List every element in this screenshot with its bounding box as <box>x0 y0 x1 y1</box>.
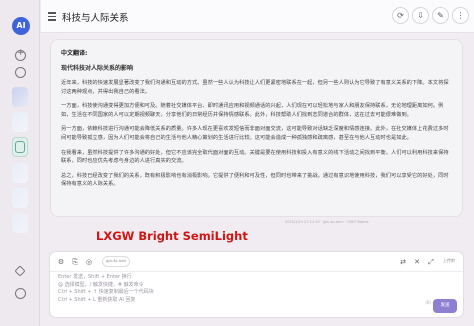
assistant-tile-4[interactable] <box>12 188 28 208</box>
upload-label[interactable]: 上传附 <box>443 258 455 264</box>
refresh-button[interactable]: ⟳ <box>392 7 409 24</box>
clear-icon[interactable]: ✕ <box>412 257 422 267</box>
app-logo[interactable]: AI <box>12 17 30 35</box>
expand-icon[interactable]: ⤢ <box>426 257 436 267</box>
assistant-tile-3[interactable] <box>12 163 28 183</box>
placeholder-line: Ctrl + Shift + ↑ 快速复制最后一个代码块 <box>58 289 154 295</box>
translate-icon[interactable]: ⇄ <box>398 257 408 267</box>
message-subtitle: 现代科技对人际关系的影响 <box>61 65 134 72</box>
chat-input-panel: ⚙ ⎘ ◎ gpt-4o-mini ⇄ ✕ ⤢ 上传附 Enter 发送，Shi… <box>49 251 464 318</box>
paragraph: 近年来，科技的快速发展显著改变了我们沟通和互动的方式。虽然一些人认为科技让人们更… <box>61 80 449 95</box>
link-icon[interactable] <box>14 265 26 277</box>
char-counter: (0) <box>425 300 431 305</box>
message-meta: 2025/1/24 21:11:43 · gpt-4o-mini · 1583 … <box>285 220 369 224</box>
paragraph: 在我看来，虽然科技提供了许多沟通的好处，但它不应该完全取代面对面的互动。关键是要… <box>61 149 449 165</box>
assistant-tile-1[interactable] <box>12 87 28 107</box>
section-label: 中文翻译: <box>61 50 88 57</box>
assistant-tile-active[interactable] <box>12 137 28 157</box>
chat-title: 科技与人际关系 <box>62 13 129 24</box>
placeholder-line: Ctrl + Shift + L 重新获取 AI 回复 <box>58 296 136 303</box>
sidebar: AI <box>0 0 40 326</box>
paragraph: 另一方面，依赖科技进行沟通可能会降低关系的质量。许多人现在更喜欢发短信而非面对面… <box>61 126 449 141</box>
edit-button[interactable]: ✎ <box>432 7 449 24</box>
new-chat-icon[interactable] <box>15 48 26 61</box>
web-icon[interactable]: ◎ <box>84 257 94 267</box>
paragraph: 总之，科技已经改变了我们的关系，既有积极影响也有消极影响。它提供了便利和可及性，… <box>61 172 449 188</box>
message-input[interactable]: Enter 发送，Shift + Enter 换行 @ 选择模型，/ 触发快捷，… <box>58 274 388 304</box>
document-icon <box>15 141 25 153</box>
assistant-tile-2[interactable] <box>12 112 28 132</box>
divider <box>50 271 463 272</box>
chat-header: 科技与人际关系 ⟳ ⇩ ✎ ⋮ <box>41 0 474 33</box>
more-button[interactable]: ⋮ <box>452 7 469 24</box>
paragraph: 一方面，科技使沟通变得更加方便和可及。随着社交媒体平台、即时通讯应用和视频通话的… <box>61 103 444 118</box>
send-button[interactable]: 发送 <box>433 299 457 313</box>
app-window: AI 科技与人际关系 ⟳ ⇩ ✎ ⋮ 中文翻译: 现代科技对人际关系的影响 近年… <box>0 0 474 326</box>
attach-icon[interactable]: ⎘ <box>70 257 80 267</box>
settings-icon[interactable] <box>15 288 26 299</box>
download-button[interactable]: ⇩ <box>412 7 429 24</box>
assistant-tile-5[interactable] <box>12 213 28 233</box>
discover-icon[interactable] <box>15 67 26 78</box>
assistant-message: 中文翻译: 现代科技对人际关系的影响 近年来，科技的快速发展显著改变了我们沟通和… <box>50 39 463 217</box>
model-chip[interactable]: gpt-4o-mini <box>102 256 131 267</box>
font-name-label: LXGW Bright SemiLight <box>96 229 248 243</box>
menu-icon[interactable] <box>48 12 56 21</box>
settings-icon[interactable]: ⚙ <box>56 257 66 267</box>
placeholder-line: @ 选择模型，/ 触发快捷，# 触发命令 <box>58 281 144 288</box>
placeholder-line: Enter 发送，Shift + Enter 换行 <box>58 274 132 280</box>
